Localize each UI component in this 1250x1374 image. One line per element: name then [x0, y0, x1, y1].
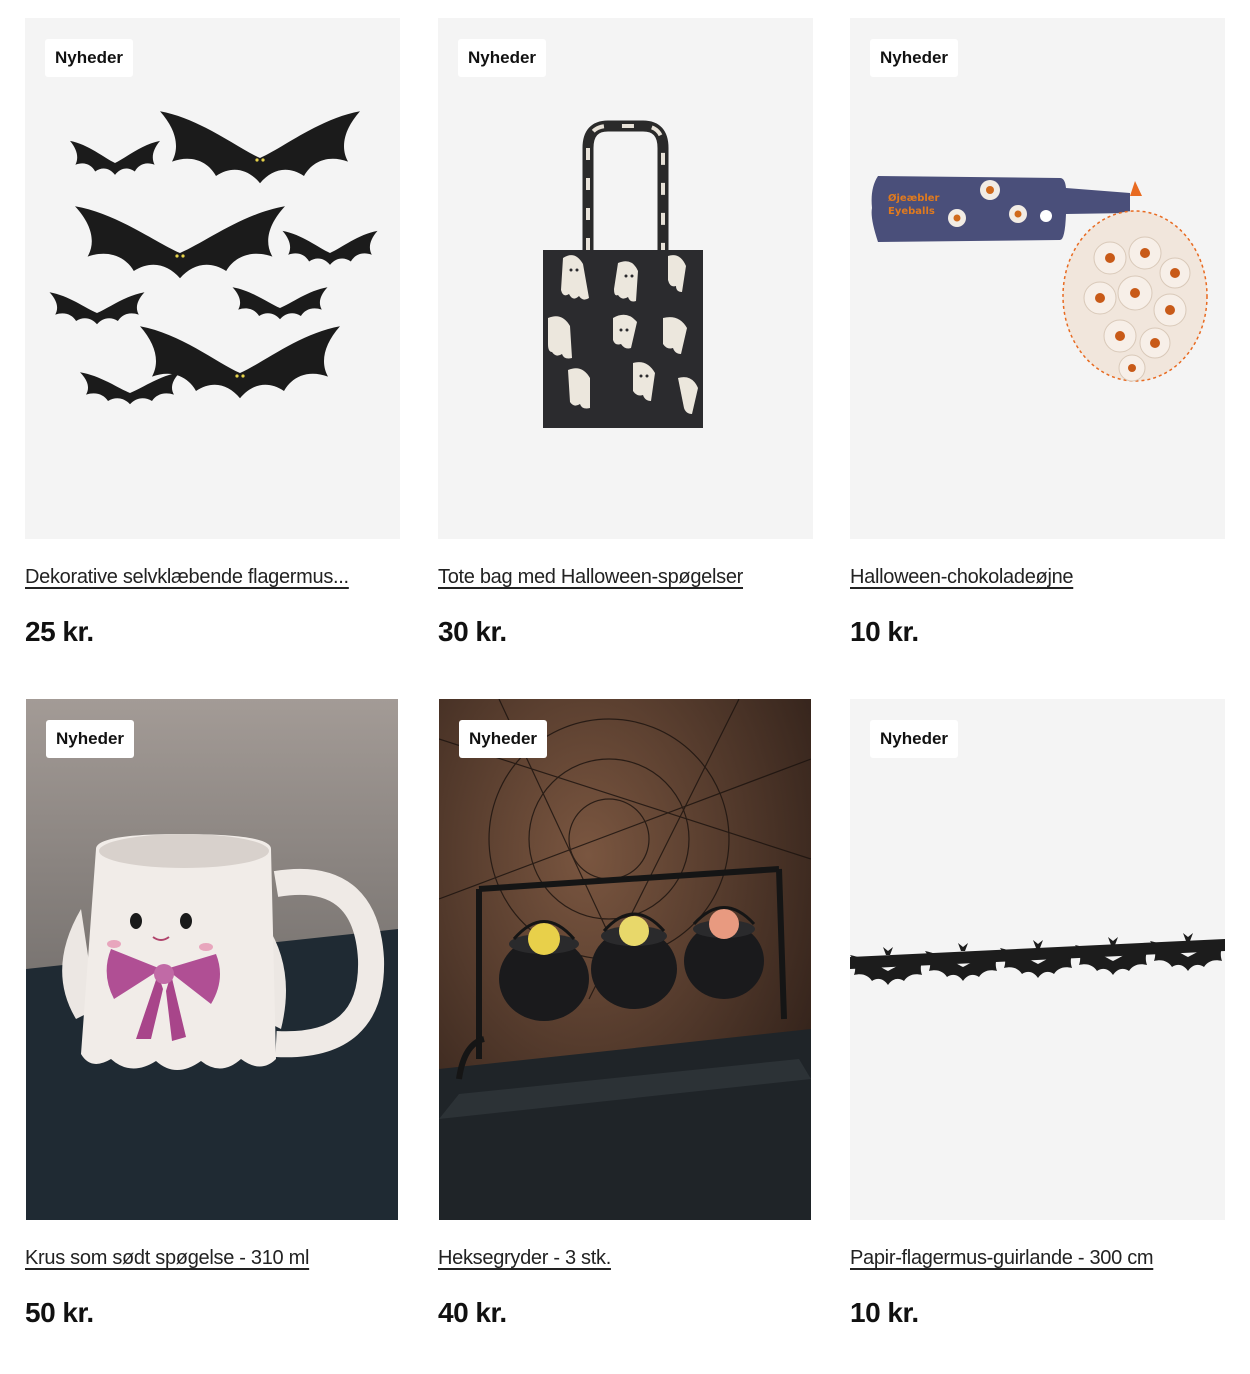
ghost-mug-image: [26, 699, 398, 1220]
product-price: 40 kr.: [438, 1297, 507, 1328]
product-image[interactable]: Nyheder Øjeæbler Eyeballs: [850, 18, 1225, 539]
product-image[interactable]: Nyheder: [438, 18, 813, 539]
product-image[interactable]: Nyheder: [26, 699, 398, 1220]
product-title-link[interactable]: Papir-flagermus-guirlande - 300 cm: [850, 1247, 1154, 1270]
product-price: 10 kr.: [850, 616, 919, 647]
product-image[interactable]: Nyheder: [850, 699, 1225, 1220]
product-price: 30 kr.: [438, 616, 507, 647]
new-badge: Nyheder: [45, 39, 134, 77]
new-badge: Nyheder: [870, 720, 959, 758]
new-badge: Nyheder: [870, 39, 959, 77]
product-price: 50 kr.: [25, 1297, 94, 1328]
bats-image: [49, 111, 378, 405]
new-badge: Nyheder: [459, 720, 548, 758]
new-badge: Nyheder: [46, 720, 135, 758]
product-image[interactable]: Nyheder: [25, 18, 400, 539]
svg-text:Øjeæbler: Øjeæbler: [888, 192, 940, 204]
bat-garland-image: [850, 933, 1225, 985]
product-title-link[interactable]: Krus som sødt spøgelse - 310 ml: [25, 1247, 309, 1270]
product-price: 10 kr.: [850, 1297, 919, 1328]
product-price: 25 kr.: [25, 616, 94, 647]
cauldrons-image: [439, 699, 811, 1220]
product-title-link[interactable]: Halloween-chokoladeøjne: [850, 566, 1074, 589]
chocolate-eyes-image: Øjeæbler Eyeballs: [871, 176, 1208, 382]
svg-text:Eyeballs: Eyeballs: [888, 206, 935, 217]
product-image[interactable]: Nyheder: [439, 699, 811, 1220]
new-badge: Nyheder: [458, 39, 547, 77]
product-title-link[interactable]: Dekorative selvklæbende flagermus...: [25, 566, 349, 589]
product-title-link[interactable]: Heksegryder - 3 stk.: [438, 1247, 611, 1270]
tote-bag-image: [543, 120, 703, 428]
product-title-link[interactable]: Tote bag med Halloween-spøgelser: [438, 566, 743, 589]
